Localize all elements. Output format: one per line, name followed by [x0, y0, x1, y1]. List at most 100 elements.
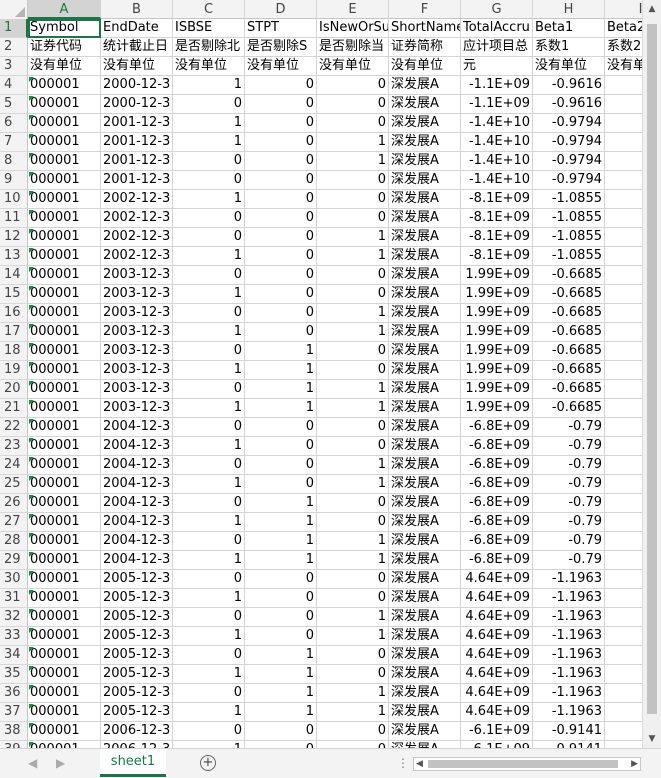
cell-d29[interactable]: 1 — [245, 551, 317, 570]
cell-b2[interactable]: 统计截止日 — [101, 38, 173, 57]
cell-f1[interactable]: ShortName — [389, 19, 461, 38]
cell-h29[interactable]: -0.79 — [533, 551, 605, 570]
cell-a35[interactable]: 000001 — [28, 665, 101, 684]
row-header[interactable]: 26 — [0, 494, 28, 513]
cell-b22[interactable]: 2004-12-3 — [101, 418, 173, 437]
cell-e4[interactable]: 0 — [317, 76, 389, 95]
row-header[interactable]: 21 — [0, 399, 28, 418]
cell-g39[interactable]: -6.1E+09 — [461, 741, 533, 748]
number-as-text-marker-icon[interactable] — [29, 647, 34, 652]
cell-c31[interactable]: 1 — [173, 589, 245, 608]
cell-h10[interactable]: -1.0855 — [533, 190, 605, 209]
cell-c1[interactable]: ISBSE — [173, 19, 245, 38]
cell-b15[interactable]: 2003-12-3 — [101, 285, 173, 304]
number-as-text-marker-icon[interactable] — [29, 666, 34, 671]
cell-b30[interactable]: 2005-12-3 — [101, 570, 173, 589]
cell-a33[interactable]: 000001 — [28, 627, 101, 646]
cell-f33[interactable]: 深发展A — [389, 627, 461, 646]
cell-f38[interactable]: 深发展A — [389, 722, 461, 741]
cell-h24[interactable]: -0.79 — [533, 456, 605, 475]
cell-a9[interactable]: 000001 — [28, 171, 101, 190]
cell-g5[interactable]: -1.1E+09 — [461, 95, 533, 114]
cell-b1[interactable]: EndDate — [101, 19, 173, 38]
cell-d20[interactable]: 1 — [245, 380, 317, 399]
row-header[interactable]: 16 — [0, 304, 28, 323]
cell-c30[interactable]: 0 — [173, 570, 245, 589]
number-as-text-marker-icon[interactable] — [29, 533, 34, 538]
cell-e19[interactable]: 0 — [317, 361, 389, 380]
cell-b27[interactable]: 2004-12-3 — [101, 513, 173, 532]
cell-h26[interactable]: -0.79 — [533, 494, 605, 513]
row-header[interactable]: 10 — [0, 190, 28, 209]
cell-h39[interactable]: -0.9141 — [533, 741, 605, 748]
cell-b4[interactable]: 2000-12-3 — [101, 76, 173, 95]
cell-a16[interactable]: 000001 — [28, 304, 101, 323]
cell-f8[interactable]: 深发展A — [389, 152, 461, 171]
cell-h2[interactable]: 系数1 — [533, 38, 605, 57]
cell-a10[interactable]: 000001 — [28, 190, 101, 209]
cell-h15[interactable]: -0.6685 — [533, 285, 605, 304]
scroll-right-arrow-icon[interactable]: ▶ — [631, 759, 638, 769]
cell-c25[interactable]: 1 — [173, 475, 245, 494]
cell-c16[interactable]: 0 — [173, 304, 245, 323]
scroll-left-arrow-icon[interactable]: ◀ — [416, 759, 423, 769]
number-as-text-marker-icon[interactable] — [29, 609, 34, 614]
cell-g30[interactable]: 4.64E+09 — [461, 570, 533, 589]
number-as-text-marker-icon[interactable] — [29, 229, 34, 234]
cell-h1[interactable]: Beta1 — [533, 19, 605, 38]
cell-d24[interactable]: 0 — [245, 456, 317, 475]
cell-h14[interactable]: -0.6685 — [533, 266, 605, 285]
cell-g7[interactable]: -1.4E+10 — [461, 133, 533, 152]
cell-g13[interactable]: -8.1E+09 — [461, 247, 533, 266]
cell-a28[interactable]: 000001 — [28, 532, 101, 551]
number-as-text-marker-icon[interactable] — [29, 742, 34, 747]
row-header[interactable]: 27 — [0, 513, 28, 532]
row-header[interactable]: 23 — [0, 437, 28, 456]
cell-e16[interactable]: 1 — [317, 304, 389, 323]
cell-e21[interactable]: 1 — [317, 399, 389, 418]
cell-d3[interactable]: 没有单位 — [245, 57, 317, 76]
cell-f27[interactable]: 深发展A — [389, 513, 461, 532]
cell-f30[interactable]: 深发展A — [389, 570, 461, 589]
number-as-text-marker-icon[interactable] — [29, 381, 34, 386]
cell-f37[interactable]: 深发展A — [389, 703, 461, 722]
cell-f34[interactable]: 深发展A — [389, 646, 461, 665]
cell-d11[interactable]: 0 — [245, 209, 317, 228]
number-as-text-marker-icon[interactable] — [29, 172, 34, 177]
cell-b12[interactable]: 2002-12-3 — [101, 228, 173, 247]
row-header[interactable]: 36 — [0, 684, 28, 703]
cell-f21[interactable]: 深发展A — [389, 399, 461, 418]
number-as-text-marker-icon[interactable] — [29, 685, 34, 690]
cell-f29[interactable]: 深发展A — [389, 551, 461, 570]
number-as-text-marker-icon[interactable] — [29, 628, 34, 633]
row-header[interactable]: 2 — [0, 38, 28, 57]
row-header[interactable]: 25 — [0, 475, 28, 494]
cell-a11[interactable]: 000001 — [28, 209, 101, 228]
cell-e37[interactable]: 1 — [317, 703, 389, 722]
cell-d25[interactable]: 0 — [245, 475, 317, 494]
cell-f2[interactable]: 证券简称 — [389, 38, 461, 57]
cell-g25[interactable]: -6.8E+09 — [461, 475, 533, 494]
horizontal-scroll-thumb[interactable] — [428, 760, 618, 768]
row-header[interactable]: 5 — [0, 95, 28, 114]
cell-h35[interactable]: -1.1963 — [533, 665, 605, 684]
number-as-text-marker-icon[interactable] — [29, 96, 34, 101]
cell-h11[interactable]: -1.0855 — [533, 209, 605, 228]
cell-d31[interactable]: 0 — [245, 589, 317, 608]
cell-g31[interactable]: 4.64E+09 — [461, 589, 533, 608]
cell-e11[interactable]: 0 — [317, 209, 389, 228]
cell-g37[interactable]: 4.64E+09 — [461, 703, 533, 722]
number-as-text-marker-icon[interactable] — [29, 324, 34, 329]
cell-e2[interactable]: 是否剔除当 — [317, 38, 389, 57]
cell-b28[interactable]: 2004-12-3 — [101, 532, 173, 551]
cell-c8[interactable]: 0 — [173, 152, 245, 171]
cell-c29[interactable]: 1 — [173, 551, 245, 570]
cell-g17[interactable]: 1.99E+09 — [461, 323, 533, 342]
cell-g29[interactable]: -6.8E+09 — [461, 551, 533, 570]
cell-a36[interactable]: 000001 — [28, 684, 101, 703]
row-header[interactable]: 32 — [0, 608, 28, 627]
cell-b21[interactable]: 2003-12-3 — [101, 399, 173, 418]
cell-d14[interactable]: 0 — [245, 266, 317, 285]
cell-c20[interactable]: 0 — [173, 380, 245, 399]
cell-a23[interactable]: 000001 — [28, 437, 101, 456]
